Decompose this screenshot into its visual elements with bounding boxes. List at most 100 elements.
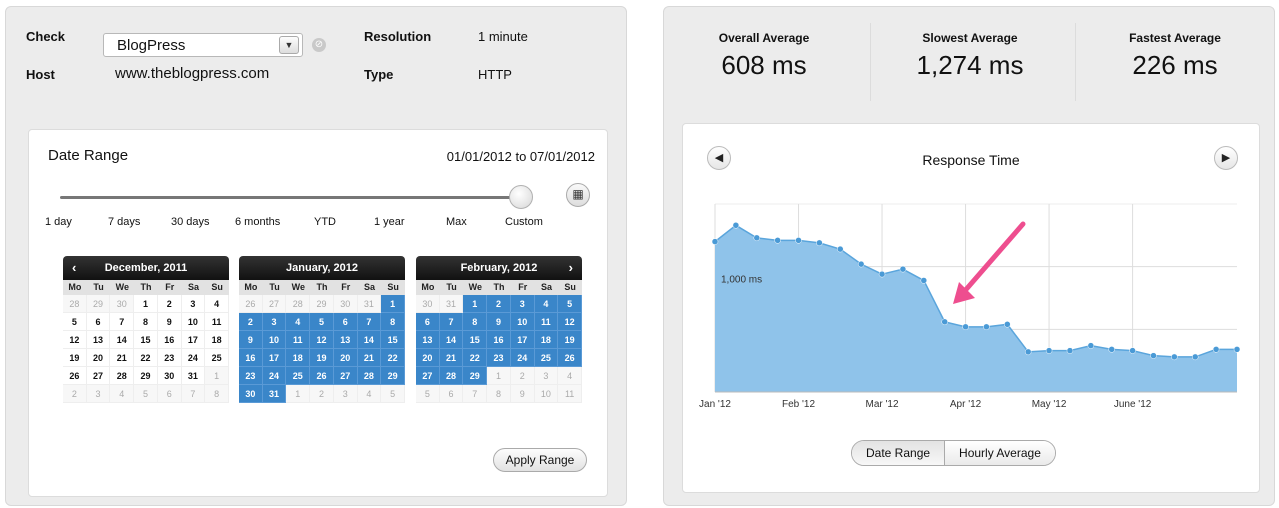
calendar-day[interactable]: 3 [333, 385, 358, 403]
calendar-day[interactable]: 5 [134, 385, 158, 403]
calendar-day[interactable]: 2 [510, 367, 535, 385]
calendar-day[interactable]: 15 [463, 331, 488, 349]
calendar-day[interactable]: 18 [534, 331, 559, 349]
calendar-day[interactable]: 24 [510, 349, 535, 367]
calendar-day[interactable]: 29 [463, 367, 488, 385]
calendar-day[interactable]: 4 [357, 385, 382, 403]
calendar-day[interactable]: 22 [381, 349, 405, 367]
calendar-day[interactable]: 16 [157, 331, 182, 349]
calendar-day[interactable]: 7 [463, 385, 488, 403]
calendar-day[interactable]: 10 [262, 331, 287, 349]
calendar-day[interactable]: 22 [134, 349, 158, 367]
calendar-day[interactable]: 1 [381, 295, 405, 313]
clear-icon[interactable]: ⊘ [312, 38, 326, 52]
calendar-day[interactable]: 4 [558, 367, 582, 385]
calendar-day[interactable]: 28 [63, 295, 87, 313]
range-option-custom[interactable]: Custom [505, 216, 543, 228]
calendar-day[interactable]: 21 [110, 349, 135, 367]
calendar-day[interactable]: 7 [439, 313, 464, 331]
calendar-day[interactable]: 2 [63, 385, 87, 403]
range-option-30-days[interactable]: 30 days [171, 216, 210, 228]
calendar-day[interactable]: 30 [157, 367, 182, 385]
calendar-day[interactable]: 4 [534, 295, 559, 313]
calendar-day[interactable]: 1 [487, 367, 511, 385]
apply-range-button[interactable]: Apply Range [493, 448, 587, 472]
calendar-day[interactable]: 6 [86, 313, 111, 331]
calendar-day[interactable]: 30 [239, 385, 263, 403]
calendar-day[interactable]: 13 [86, 331, 111, 349]
calendar-day[interactable]: 13 [416, 331, 440, 349]
calendar-day[interactable]: 6 [333, 313, 358, 331]
calendar-day[interactable]: 23 [487, 349, 511, 367]
calendar-day[interactable]: 5 [310, 313, 334, 331]
calendar-day[interactable]: 30 [110, 295, 135, 313]
calendar-day[interactable]: 1 [205, 367, 229, 385]
calendar-day[interactable]: 4 [205, 295, 229, 313]
calendar-day[interactable]: 25 [205, 349, 229, 367]
calendar-day[interactable]: 11 [286, 331, 311, 349]
calendar-day[interactable]: 5 [416, 385, 440, 403]
calendar-day[interactable]: 15 [134, 331, 158, 349]
calendar-day[interactable]: 22 [463, 349, 488, 367]
calendar-day[interactable]: 30 [416, 295, 440, 313]
chevron-down-icon[interactable]: ▼ [279, 36, 299, 54]
calendar-day[interactable]: 27 [262, 295, 287, 313]
calendar-day[interactable]: 18 [205, 331, 229, 349]
calendar-icon[interactable]: ▦ [566, 183, 590, 207]
calendar-day[interactable]: 9 [487, 313, 511, 331]
calendar-day[interactable]: 5 [558, 295, 582, 313]
check-select[interactable]: BlogPress ▼ [103, 33, 303, 57]
calendar-day[interactable]: 26 [63, 367, 87, 385]
calendar-day[interactable]: 21 [357, 349, 382, 367]
calendar-day[interactable]: 6 [416, 313, 440, 331]
calendar-day[interactable]: 25 [534, 349, 559, 367]
calendar-day[interactable]: 29 [310, 295, 334, 313]
calendar-day[interactable]: 24 [181, 349, 206, 367]
calendar-day[interactable]: 8 [381, 313, 405, 331]
calendar-day[interactable]: 25 [286, 367, 311, 385]
calendar-day[interactable]: 19 [310, 349, 334, 367]
hourly-average-toggle-button[interactable]: Hourly Average [945, 441, 1055, 465]
calendar-day[interactable]: 14 [110, 331, 135, 349]
range-option-1-year[interactable]: 1 year [374, 216, 405, 228]
chevron-left-icon[interactable]: ‹ [72, 256, 76, 280]
range-slider-track[interactable] [60, 196, 522, 199]
calendar-day[interactable]: 24 [262, 367, 287, 385]
calendar-day[interactable]: 17 [262, 349, 287, 367]
range-slider-handle[interactable] [509, 185, 533, 209]
calendar-day[interactable]: 1 [134, 295, 158, 313]
date-range-toggle-button[interactable]: Date Range [852, 441, 946, 465]
calendar-day[interactable]: 2 [487, 295, 511, 313]
calendar-day[interactable]: 31 [181, 367, 206, 385]
calendar-day[interactable]: 19 [558, 331, 582, 349]
calendar-day[interactable]: 31 [262, 385, 287, 403]
calendar-day[interactable]: 28 [439, 367, 464, 385]
range-option-1-day[interactable]: 1 day [45, 216, 72, 228]
calendar-day[interactable]: 20 [416, 349, 440, 367]
calendar-day[interactable]: 12 [558, 313, 582, 331]
range-option-max[interactable]: Max [446, 216, 467, 228]
calendar-day[interactable]: 4 [110, 385, 135, 403]
calendar-day[interactable]: 12 [310, 331, 334, 349]
calendar-day[interactable]: 1 [463, 295, 488, 313]
calendar-day[interactable]: 14 [357, 331, 382, 349]
calendar-day[interactable]: 20 [333, 349, 358, 367]
calendar-day[interactable]: 3 [262, 313, 287, 331]
calendar-day[interactable]: 8 [205, 385, 229, 403]
range-option-7-days[interactable]: 7 days [108, 216, 140, 228]
calendar-day[interactable]: 7 [110, 313, 135, 331]
calendar-day[interactable]: 1 [286, 385, 311, 403]
calendar-day[interactable]: 11 [534, 313, 559, 331]
calendar-day[interactable]: 5 [63, 313, 87, 331]
range-option-6-months[interactable]: 6 months [235, 216, 280, 228]
calendar-day[interactable]: 7 [181, 385, 206, 403]
calendar-day[interactable]: 7 [357, 313, 382, 331]
calendar-day[interactable]: 20 [86, 349, 111, 367]
calendar-day[interactable]: 9 [239, 331, 263, 349]
calendar-day[interactable]: 26 [558, 349, 582, 367]
calendar-day[interactable]: 15 [381, 331, 405, 349]
calendar-day[interactable]: 26 [239, 295, 263, 313]
calendar-day[interactable]: 29 [134, 367, 158, 385]
calendar-day[interactable]: 29 [86, 295, 111, 313]
calendar-day[interactable]: 3 [181, 295, 206, 313]
